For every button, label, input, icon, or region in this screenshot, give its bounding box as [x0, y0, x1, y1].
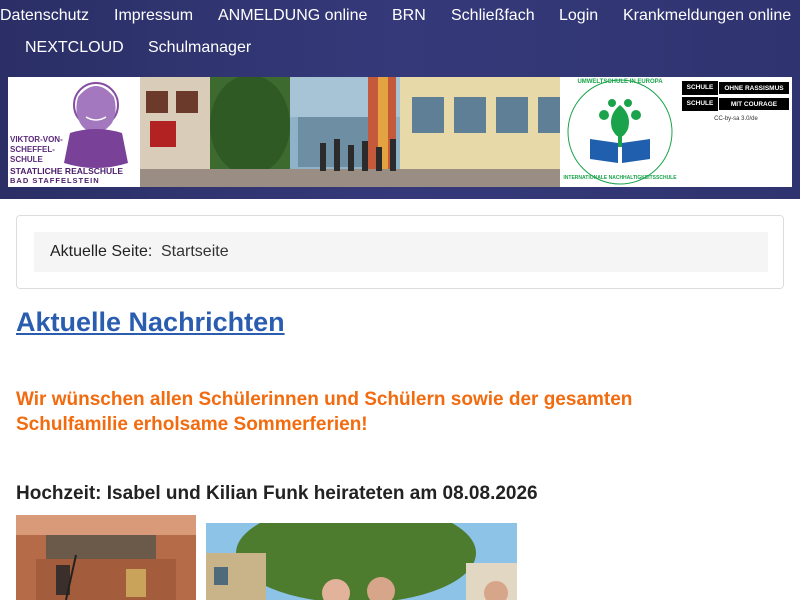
nav-item-impressum[interactable]: Impressum	[114, 6, 193, 26]
breadcrumb: Aktuelle Seite: Startseite	[34, 232, 768, 272]
wedding-photo-1[interactable]	[16, 515, 196, 600]
nav-item-krankmeldungen[interactable]: Krankmeldungen online	[623, 6, 791, 26]
school-entrance-photo	[140, 77, 560, 187]
school-logo: VIKTOR-VON- SCHEFFEL- SCHULE STAATLICHE …	[8, 77, 140, 187]
sor-row1-b: OHNE RASSISMUS	[718, 81, 790, 95]
nav-item-schulmanager[interactable]: Schulmanager	[148, 38, 251, 58]
school-name-line-3: SCHULE	[10, 155, 43, 164]
nav-item-nextcloud[interactable]: NEXTCLOUD	[25, 38, 124, 58]
eco-top-text: UMWELTSCHULE IN EUROPA	[577, 79, 663, 85]
eco-bottom-text: INTERNATIONALE NACHHALTIGKEITSSCHULE	[563, 175, 677, 181]
nav-item-anmeldung[interactable]: ANMELDUNG online	[218, 6, 367, 26]
sor-license: CC-by-sa 3.0/de	[714, 116, 758, 122]
nav-item-login[interactable]: Login	[559, 6, 598, 26]
summer-holiday-message: Wir wünschen allen Schülerinnen und Schü…	[16, 389, 633, 435]
sor-row2-a: SCHULE	[682, 97, 718, 111]
site-header: Datenschutz Impressum ANMELDUNG online B…	[0, 0, 800, 199]
wedding-photo-2[interactable]	[206, 523, 517, 600]
article-title: Hochzeit: Isabel und Kilian Funk heirate…	[16, 483, 538, 504]
school-name-line-2: SCHEFFEL-	[10, 145, 55, 154]
sor-row2-b: MIT COURAGE	[718, 97, 790, 111]
header-banner[interactable]: VIKTOR-VON- SCHEFFEL- SCHULE STAATLICHE …	[8, 77, 792, 187]
sor-row1-a: SCHULE	[682, 81, 718, 95]
school-type: STAATLICHE REALSCHULE	[10, 166, 124, 176]
school-city: BAD STAFFELSTEIN	[10, 176, 100, 185]
umweltschule-badge: UMWELTSCHULE IN EUROPA INTERNATIONALE NA…	[560, 77, 680, 187]
breadcrumb-label: Aktuelle Seite:	[50, 243, 153, 260]
nav-item-brn[interactable]: BRN	[392, 6, 426, 26]
nav-item-datenschutz[interactable]: Datenschutz	[0, 6, 89, 26]
breadcrumb-current: Startseite	[161, 243, 229, 260]
news-headline-link[interactable]: Aktuelle Nachrichten	[16, 307, 285, 338]
schule-ohne-rassismus-badge: SCHULE OHNE RASSISMUS SCHULE MIT COURAGE…	[680, 77, 792, 187]
breadcrumb-panel: Aktuelle Seite: Startseite	[16, 215, 784, 289]
school-name-line-1: VIKTOR-VON-	[10, 135, 63, 144]
nav-item-schliessfach[interactable]: Schließfach	[451, 6, 535, 26]
